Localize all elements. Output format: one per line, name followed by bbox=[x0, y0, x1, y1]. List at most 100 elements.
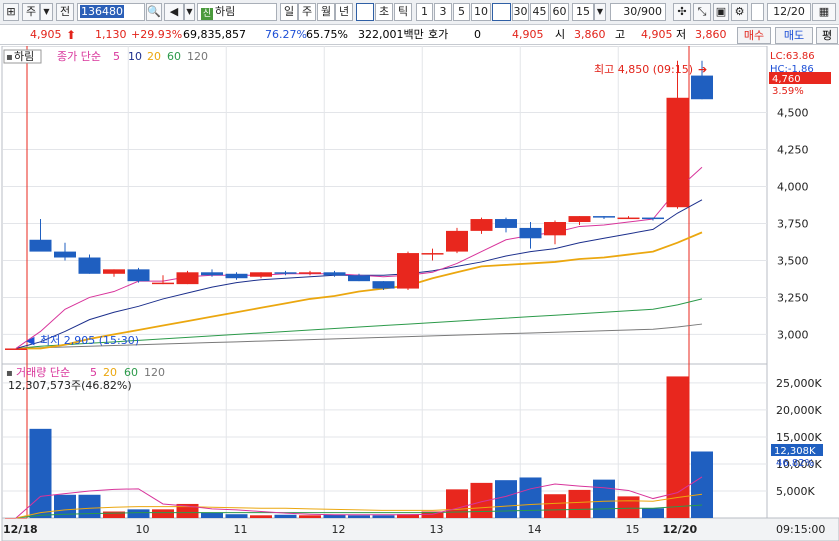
volume-tick-label: 20,000K bbox=[776, 404, 822, 417]
prev-button[interactable]: 전 bbox=[56, 3, 74, 21]
interval-tab[interactable]: 30 bbox=[512, 3, 529, 21]
speaker-dropdown-icon[interactable]: ▼ bbox=[184, 3, 195, 21]
volume-legend-120: 120 bbox=[144, 366, 165, 379]
volume-bar bbox=[29, 428, 52, 518]
buy-button[interactable]: 매수 bbox=[737, 27, 771, 44]
high-price: 4,905 bbox=[641, 28, 673, 41]
current-volume-label: 12,308K bbox=[774, 446, 816, 457]
crosshair-icon[interactable]: ✣ bbox=[673, 3, 691, 21]
x-tick-label: 13 bbox=[430, 523, 444, 536]
count-field[interactable]: 30/900 bbox=[610, 3, 666, 21]
volume-bar bbox=[78, 494, 101, 518]
stock-code-input[interactable]: 136480 bbox=[77, 3, 145, 21]
volume-bar bbox=[127, 509, 150, 518]
candle-body bbox=[691, 75, 713, 100]
volume-tick-label: 15,000K bbox=[776, 431, 822, 444]
candle-body bbox=[495, 219, 517, 228]
speaker-icon[interactable]: ◀ bbox=[164, 3, 184, 21]
max-arrow-icon: ➔ bbox=[698, 63, 707, 76]
market-select[interactable]: 주 bbox=[22, 3, 40, 21]
x-tick-label: 12/20 bbox=[663, 523, 698, 536]
legend-square-icon: ▪ bbox=[6, 368, 13, 379]
market-dropdown-icon[interactable]: ▼ bbox=[40, 3, 53, 21]
eval-button[interactable]: 평 bbox=[816, 27, 838, 44]
interval-tab[interactable]: 1 bbox=[416, 3, 433, 21]
save-icon[interactable]: ▣ bbox=[713, 3, 729, 21]
up-arrow-icon: ⬆ bbox=[66, 28, 77, 42]
search-icon[interactable]: 🔍 bbox=[146, 3, 162, 21]
ma-legend-60: 60 bbox=[167, 50, 181, 63]
candle-body bbox=[666, 97, 689, 208]
volume-bar bbox=[495, 480, 517, 518]
ma-legend-10: 10 bbox=[128, 50, 142, 63]
interval-tab[interactable]: 15 bbox=[492, 3, 511, 21]
candle-body bbox=[29, 239, 52, 252]
period-tab[interactable]: 초 bbox=[375, 3, 393, 21]
volume-legend-label: 거래량 단순 bbox=[16, 366, 70, 379]
calendar-icon[interactable]: ▦ bbox=[812, 3, 836, 21]
price-tick-label: 4,250 bbox=[777, 144, 809, 157]
candle-body bbox=[470, 219, 493, 231]
x-tick-label: 11 bbox=[234, 523, 248, 536]
interval-tab[interactable]: 45 bbox=[530, 3, 549, 21]
interval-tab[interactable]: 3 bbox=[434, 3, 452, 21]
sell-button[interactable]: 매도 bbox=[775, 27, 813, 44]
period-tab[interactable]: 분 bbox=[356, 3, 374, 21]
volume-bar bbox=[544, 494, 566, 518]
volume-bar bbox=[568, 489, 591, 518]
candle-body bbox=[54, 251, 76, 258]
low-label: 저 bbox=[676, 28, 687, 41]
chart-type-icon[interactable]: ⊞ bbox=[3, 3, 19, 21]
chart-area[interactable]: 4,500 4,250 4,000 3,750 3,500 3,250 3,000 25,0… bbox=[0, 45, 839, 541]
trade-amount: 322,001백만 bbox=[358, 28, 424, 41]
date-checkbox[interactable] bbox=[751, 3, 764, 21]
candle-body bbox=[299, 272, 321, 274]
price-tick-label: 3,250 bbox=[777, 291, 809, 304]
volume-bar bbox=[299, 515, 321, 518]
candle-body bbox=[127, 269, 150, 282]
ma-legend-20: 20 bbox=[147, 50, 161, 63]
period-tab[interactable]: 틱 bbox=[394, 3, 412, 21]
period-tab[interactable]: 월 bbox=[317, 3, 335, 21]
candle-body bbox=[397, 253, 419, 289]
interval-dropdown-icon[interactable]: ▼ bbox=[594, 3, 606, 21]
interval-tab[interactable]: 10 bbox=[471, 3, 491, 21]
volume-bar bbox=[519, 477, 542, 518]
volume-bar bbox=[691, 451, 713, 518]
current-price: 4,905 bbox=[30, 28, 62, 41]
min-arrow-icon: ◀ bbox=[26, 334, 35, 347]
stock-name-field[interactable]: 신 하림 bbox=[197, 3, 277, 21]
stock-code-value: 136480 bbox=[80, 5, 124, 18]
time-axis bbox=[1, 517, 839, 541]
hoga-value: 0 bbox=[474, 28, 481, 41]
current-change-label: 3.59% bbox=[772, 86, 804, 97]
x-tick-label: 12 bbox=[332, 523, 346, 536]
low-price: 3,860 bbox=[695, 28, 727, 41]
candle-body bbox=[225, 273, 248, 279]
volume-bar bbox=[446, 489, 468, 518]
period-tab[interactable]: 년 bbox=[335, 3, 353, 21]
interval-tab[interactable]: 5 bbox=[453, 3, 470, 21]
interval-tab[interactable]: 60 bbox=[550, 3, 569, 21]
period-tab[interactable]: 주 bbox=[298, 3, 316, 21]
candle-body bbox=[152, 282, 174, 285]
candle-body bbox=[544, 222, 566, 236]
draw-icon[interactable]: ⤡ bbox=[693, 3, 711, 21]
open-price: 3,860 bbox=[574, 28, 606, 41]
price-y-axis: 4,500 4,250 4,000 3,750 3,500 3,250 3,000 bbox=[777, 107, 809, 342]
current-price-label: 4,760 bbox=[772, 74, 801, 85]
x-tick-label: 12/18 bbox=[3, 523, 38, 536]
period-tab[interactable]: 일 bbox=[280, 3, 298, 21]
settings-icon[interactable]: ⚙ bbox=[731, 3, 748, 21]
min-annotation: 최저 2,905 (15:30) bbox=[40, 334, 139, 347]
date-field[interactable]: 12/20 bbox=[767, 3, 811, 21]
volume-bar bbox=[5, 518, 27, 519]
current-volume-pct: 46.82% bbox=[776, 458, 814, 469]
candle-body bbox=[421, 253, 444, 255]
candle-body bbox=[372, 281, 395, 289]
volume-bar bbox=[372, 515, 395, 518]
interval-select[interactable]: 15 bbox=[572, 3, 594, 21]
ratio-pct: 65.75% bbox=[306, 28, 348, 41]
x-tick-label: 15 bbox=[626, 523, 640, 536]
price-volume-chart[interactable]: 4,500 4,250 4,000 3,750 3,500 3,250 3,000 25,0… bbox=[0, 45, 839, 541]
